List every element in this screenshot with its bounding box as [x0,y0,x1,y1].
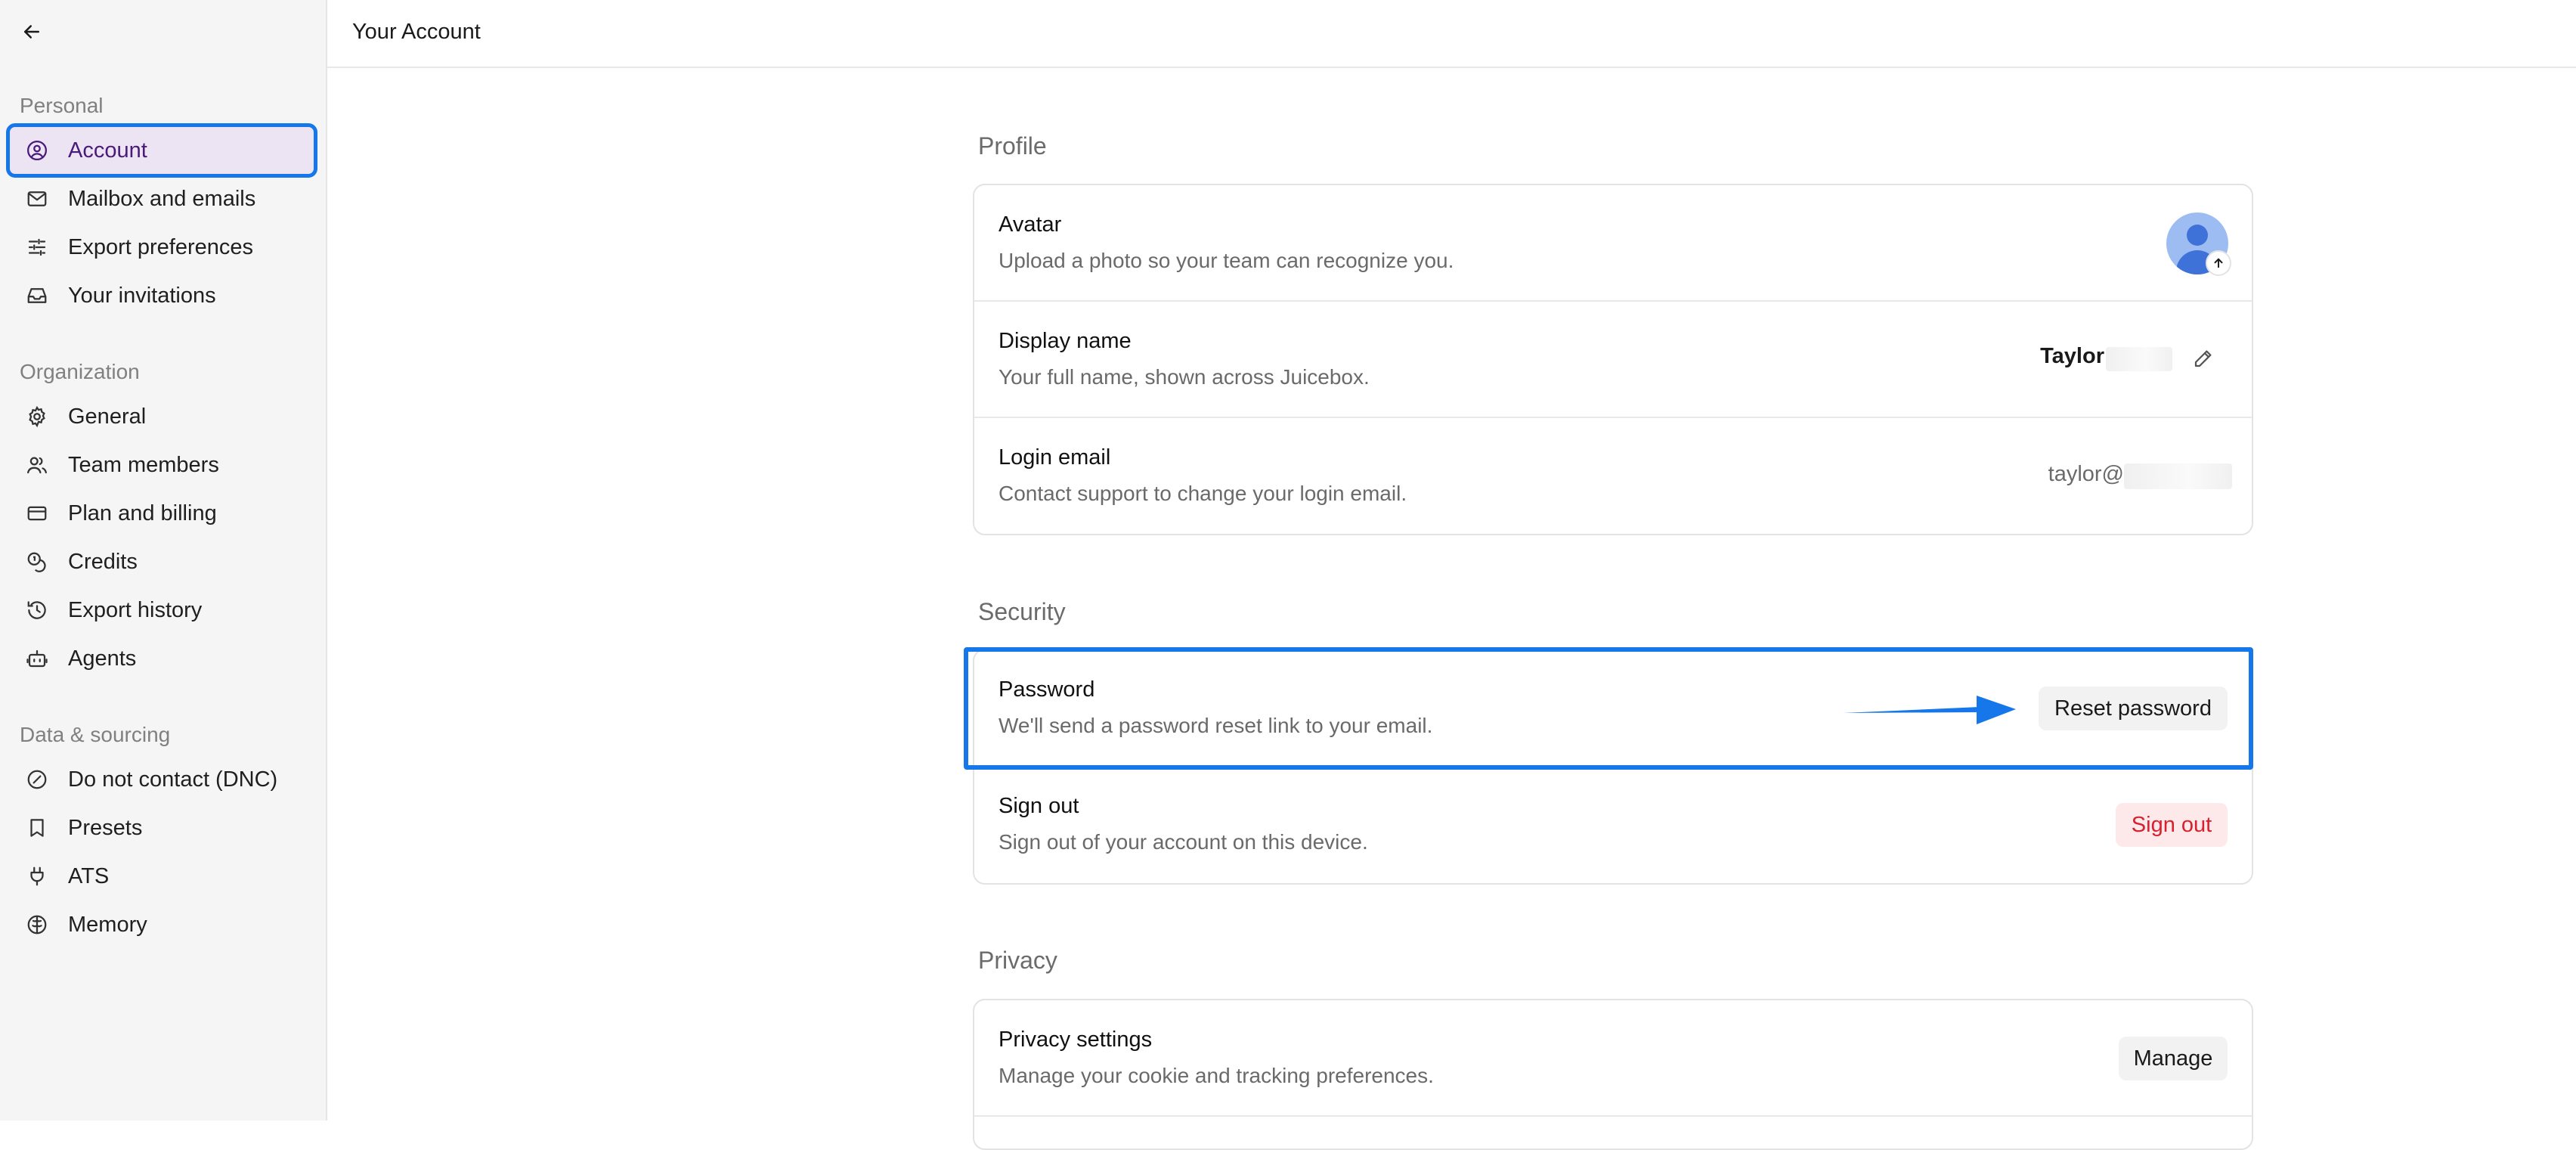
sidebar-item-agents[interactable]: Agents [9,634,314,683]
section-title-security: Security [978,598,1066,625]
brain-icon [24,912,50,938]
login-email-title: Login email [999,445,1111,470]
sidebar-item-label: Team members [68,452,219,477]
sidebar-item-label: Presets [68,815,143,840]
password-desc: We'll send a password reset link to your… [999,714,1433,737]
sidebar-item-label: Your invitations [68,283,216,308]
avatar-desc: Upload a photo so your team can recogniz… [999,249,1454,272]
sidebar-item-ats[interactable]: ATS [9,852,314,900]
edit-display-name-button[interactable] [2188,343,2218,374]
sidebar-item-label: Do not contact (DNC) [68,767,278,792]
display-name-row: Display name Your full name, shown acros… [974,302,2252,418]
section-title-privacy: Privacy [978,947,1057,974]
group-label-data-sourcing: Data & sourcing [20,723,171,746]
pencil-icon [2194,350,2212,367]
sidebar-item-memory[interactable]: Memory [9,900,314,949]
privacy-settings-row: Privacy settings Manage your cookie and … [974,1000,2252,1117]
sign-out-button[interactable]: Sign out [2116,803,2228,847]
sidebar-item-label: Export preferences [68,234,254,259]
password-row: Password We'll send a password reset lin… [974,650,2252,767]
display-name-value: Taylor [2040,344,2104,368]
sidebar-item-label: ATS [68,863,110,888]
sidebar-item-account[interactable]: Account [6,123,317,178]
inbox-icon [24,283,50,308]
sidebar-item-dnc[interactable]: Do not contact (DNC) [9,755,314,804]
gear-icon [24,404,50,429]
manage-privacy-button[interactable]: Manage [2119,1037,2228,1080]
sidebar-item-label: Credits [68,549,138,574]
user-circle-icon [24,138,50,163]
plug-icon [24,863,50,889]
display-name-title: Display name [999,329,1132,353]
arrow-left-icon [24,25,39,39]
coins-icon [24,549,50,575]
history-icon [24,597,50,623]
avatar-upload-button[interactable] [2166,212,2231,276]
profile-card: Avatar Upload a photo so your team can r… [973,184,2253,535]
sidebar-item-label: Mailbox and emails [68,186,256,211]
sidebar-item-label: Memory [68,912,147,937]
group-label-organization: Organization [20,360,140,383]
users-icon [24,452,50,478]
display-name-desc: Your full name, shown across Juicebox. [999,365,1370,389]
sidebar-item-label: Account [68,138,147,163]
sidebar-item-team-members[interactable]: Team members [9,441,314,489]
privacy-settings-desc: Manage your cookie and tracking preferen… [999,1064,1434,1087]
sidebar-item-label: Agents [68,646,137,671]
avatar-row: Avatar Upload a photo so your team can r… [974,185,2252,302]
redacted-surname [2106,347,2172,371]
bookmark-icon [24,815,50,841]
group-label-personal: Personal [20,94,104,117]
page-title: Your Account [352,20,481,44]
section-title-profile: Profile [978,132,1047,160]
login-email-desc: Contact support to change your login ema… [999,482,1407,505]
sidebar-item-presets[interactable]: Presets [9,804,314,852]
redacted-email-domain [2124,463,2232,489]
signout-row: Sign out Sign out of your account on thi… [974,767,2252,883]
signout-title: Sign out [999,794,1079,818]
annotation-arrow [1844,696,2016,724]
sidebar-item-plan-billing[interactable]: Plan and billing [9,489,314,538]
ban-icon [24,767,50,792]
privacy-card: Privacy settings Manage your cookie and … [973,999,2253,1150]
security-card: Password We'll send a password reset lin… [973,649,2253,885]
password-title: Password [999,677,1095,702]
login-email-row: Login email Contact support to change yo… [974,418,2252,535]
sidebar-item-invitations[interactable]: Your invitations [9,271,314,320]
sidebar-item-credits[interactable]: Credits [9,538,314,586]
login-email-value: taylor@ [2048,462,2124,486]
back-button[interactable] [17,17,47,47]
bot-icon [24,646,50,671]
sidebar-item-mailbox[interactable]: Mailbox and emails [9,175,314,223]
avatar-title: Avatar [999,212,1062,237]
sidebar-item-label: General [68,404,147,429]
sliders-icon [24,234,50,260]
sidebar-item-general[interactable]: General [9,392,314,441]
sidebar-item-export-history[interactable]: Export history [9,586,314,634]
sidebar-item-export-preferences[interactable]: Export preferences [9,223,314,271]
sidebar: Personal Account Mailbox and emails Expo… [0,0,327,1121]
upload-arrow-icon [2206,250,2231,276]
sidebar-item-label: Plan and billing [68,501,217,525]
sidebar-item-label: Export history [68,597,203,622]
credit-card-icon [24,501,50,526]
reset-password-button[interactable]: Reset password [2039,687,2228,730]
privacy-settings-title: Privacy settings [999,1028,1153,1052]
mail-icon [24,186,50,212]
signout-desc: Sign out of your account on this device. [999,830,1368,854]
top-bar: Your Account [327,0,2576,68]
